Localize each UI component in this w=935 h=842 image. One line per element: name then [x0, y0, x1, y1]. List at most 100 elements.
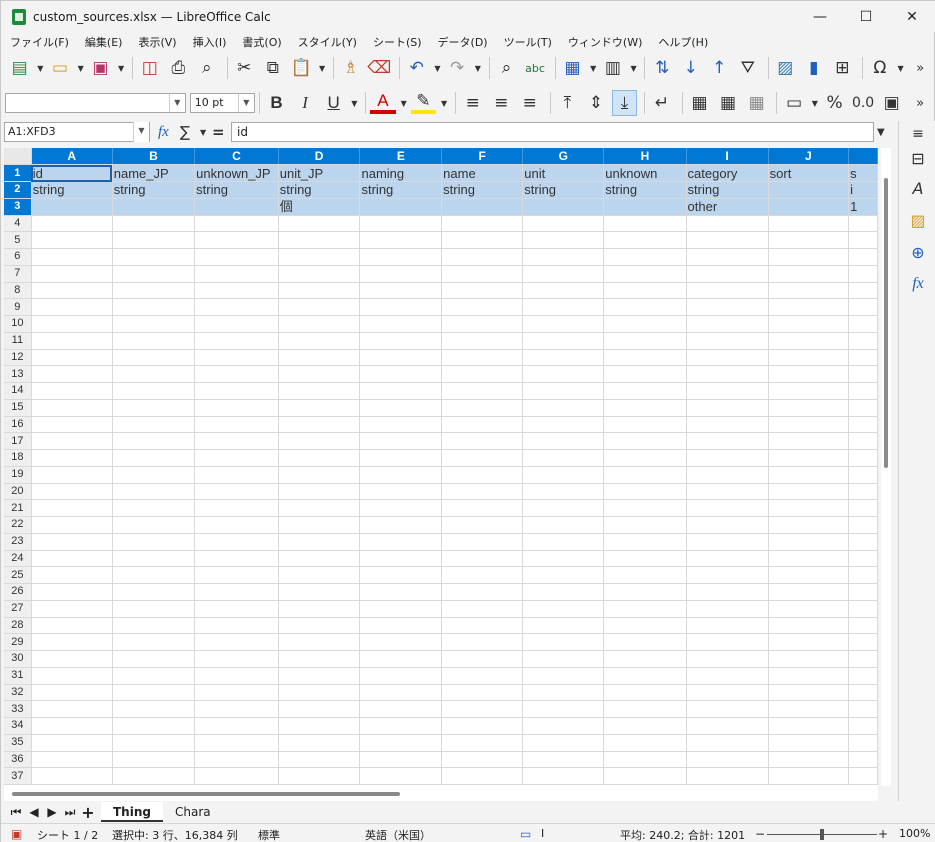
- cell[interactable]: [848, 382, 878, 400]
- cut-icon[interactable]: ✂: [232, 55, 258, 81]
- cell[interactable]: [686, 399, 769, 417]
- menu-window[interactable]: ウィンドウ(W): [559, 34, 649, 50]
- cell[interactable]: [278, 315, 361, 333]
- cell[interactable]: [112, 533, 196, 551]
- cell[interactable]: [359, 265, 443, 283]
- align-top-icon[interactable]: ⤒: [555, 90, 581, 116]
- cell[interactable]: [278, 416, 361, 434]
- special-character-icon[interactable]: Ω: [867, 55, 893, 81]
- merge-cells-icon[interactable]: ▦: [687, 90, 713, 116]
- cell[interactable]: [603, 399, 687, 417]
- sheet-tab-thing[interactable]: Thing: [101, 802, 163, 822]
- cell[interactable]: string: [522, 181, 605, 199]
- cell[interactable]: [441, 617, 524, 635]
- underline-dropdown-icon[interactable]: ▼: [349, 90, 359, 116]
- cell[interactable]: [848, 633, 878, 651]
- cell[interactable]: [686, 483, 769, 501]
- cell[interactable]: [278, 382, 361, 400]
- cell[interactable]: category: [686, 164, 769, 182]
- cell[interactable]: 個: [278, 198, 361, 216]
- wrap-text-icon[interactable]: ↵: [649, 90, 675, 116]
- cell[interactable]: [112, 734, 196, 752]
- column-dropdown-icon[interactable]: ▼: [629, 55, 639, 81]
- formula-input[interactable]: id: [231, 122, 874, 142]
- cell[interactable]: [441, 298, 524, 316]
- menu-format[interactable]: 書式(O): [233, 34, 288, 50]
- cell[interactable]: [194, 231, 279, 249]
- cell[interactable]: [441, 416, 524, 434]
- cell[interactable]: [359, 282, 443, 300]
- cell[interactable]: [31, 416, 113, 434]
- special-character-dropdown-icon[interactable]: ▼: [896, 55, 906, 81]
- cell[interactable]: [359, 298, 443, 316]
- cell[interactable]: [278, 449, 361, 467]
- cell[interactable]: [522, 767, 605, 785]
- menu-insert[interactable]: 挿入(I): [184, 34, 234, 50]
- cell[interactable]: [522, 550, 605, 568]
- highlight-dropdown-icon[interactable]: ▼: [439, 90, 449, 116]
- cell[interactable]: [522, 315, 605, 333]
- cell[interactable]: [278, 516, 361, 534]
- column-header[interactable]: A: [31, 148, 113, 166]
- row-header[interactable]: 13: [4, 365, 32, 383]
- cell[interactable]: [441, 751, 524, 769]
- row-header[interactable]: 1: [4, 164, 32, 182]
- cell[interactable]: [359, 483, 443, 501]
- date-format-icon[interactable]: ▣: [879, 90, 905, 116]
- cell[interactable]: [112, 617, 196, 635]
- previous-sheet-icon[interactable]: ◀: [25, 805, 43, 819]
- currency-dropdown-icon[interactable]: ▼: [810, 90, 820, 116]
- cell[interactable]: [848, 231, 878, 249]
- cell[interactable]: [112, 751, 196, 769]
- row-header[interactable]: 17: [4, 432, 32, 450]
- cell[interactable]: [522, 265, 605, 283]
- cell[interactable]: [194, 650, 279, 668]
- save-icon[interactable]: ▣: [88, 55, 114, 81]
- row-header[interactable]: 25: [4, 566, 32, 584]
- cell[interactable]: [359, 432, 443, 450]
- cell[interactable]: [441, 315, 524, 333]
- cell[interactable]: [194, 533, 279, 551]
- cell[interactable]: [768, 684, 850, 702]
- cell[interactable]: [441, 231, 524, 249]
- cell[interactable]: [112, 583, 196, 601]
- cell[interactable]: [194, 265, 279, 283]
- cell[interactable]: [522, 617, 605, 635]
- cell[interactable]: [441, 684, 524, 702]
- cell[interactable]: string: [686, 181, 769, 199]
- cell[interactable]: [848, 700, 878, 718]
- row-header[interactable]: 34: [4, 717, 32, 735]
- cell[interactable]: [359, 315, 443, 333]
- cell[interactable]: [603, 767, 687, 785]
- column-header[interactable]: C: [194, 148, 279, 166]
- cell[interactable]: [522, 734, 605, 752]
- cell[interactable]: [603, 365, 687, 383]
- close-button[interactable]: ✕: [889, 1, 935, 32]
- cell[interactable]: sort: [768, 164, 850, 182]
- open-dropdown-icon[interactable]: ▼: [76, 55, 86, 81]
- cell[interactable]: [194, 332, 279, 350]
- cell[interactable]: [522, 600, 605, 618]
- menu-styles[interactable]: スタイル(Y): [289, 34, 364, 50]
- cell[interactable]: [441, 432, 524, 450]
- cell[interactable]: [603, 550, 687, 568]
- cell[interactable]: [278, 231, 361, 249]
- cell[interactable]: [848, 650, 878, 668]
- cell[interactable]: [112, 700, 196, 718]
- add-sheet-icon[interactable]: +: [79, 803, 97, 822]
- horizontal-scrollbar[interactable]: [4, 786, 878, 801]
- cell[interactable]: [441, 449, 524, 467]
- cell[interactable]: [686, 617, 769, 635]
- cell[interactable]: naming: [359, 164, 443, 182]
- cell[interactable]: [686, 416, 769, 434]
- cell[interactable]: string: [359, 181, 443, 199]
- cell[interactable]: [603, 215, 687, 233]
- clear-formatting-icon[interactable]: ⌫: [366, 55, 392, 81]
- cell[interactable]: [359, 215, 443, 233]
- cell[interactable]: [31, 432, 113, 450]
- cell[interactable]: [112, 566, 196, 584]
- cell[interactable]: [768, 650, 850, 668]
- cell[interactable]: [359, 499, 443, 517]
- row-header[interactable]: 6: [4, 248, 32, 266]
- column-header[interactable]: G: [522, 148, 605, 166]
